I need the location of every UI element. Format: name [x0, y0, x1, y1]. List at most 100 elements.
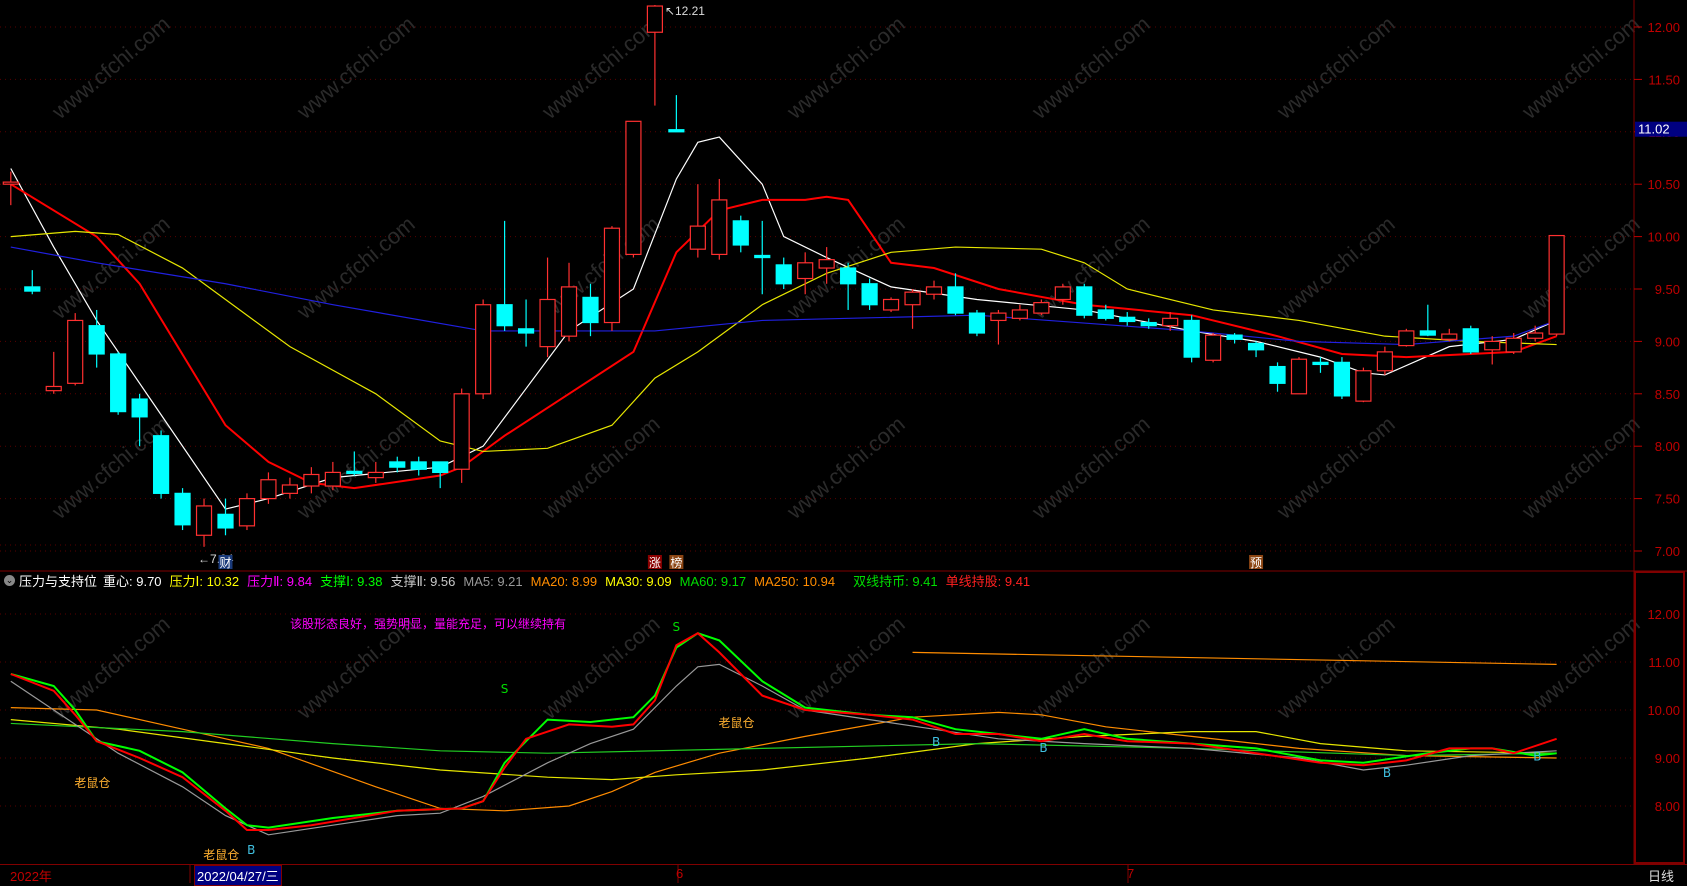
price-tick-label: 12.00: [1647, 20, 1680, 35]
candle-body: [260, 479, 277, 500]
candle: [1484, 336, 1501, 365]
watermark-text: www.cfchi.com: [1516, 11, 1644, 124]
price-tick-label: 9.00: [1655, 334, 1680, 349]
signal-annotation: B: [1533, 749, 1541, 763]
candle-body: [1183, 319, 1200, 358]
candle-body: [410, 461, 427, 470]
price-tick-label: 11.50: [1648, 72, 1680, 87]
indicator-tick-label: 11.00: [1648, 655, 1680, 670]
candle-body: [1119, 316, 1136, 323]
candle-body: [968, 312, 986, 334]
ma-line-ma10: [10, 183, 1557, 490]
candle-body: [646, 5, 664, 33]
chart-canvas[interactable]: www.cfchi.com www.cfchi.com www.cfchi.com w…: [0, 0, 1687, 883]
candle: [110, 351, 127, 415]
candle: [152, 430, 170, 499]
indicator-line-light-green: [10, 722, 1557, 757]
indicator-value: 压力Ⅱ: 9.84: [247, 573, 313, 589]
candle-body: [1290, 358, 1308, 395]
candle-body: [947, 286, 964, 314]
candle: [88, 309, 105, 368]
candle-body: [346, 470, 363, 475]
candle-body: [110, 353, 127, 413]
candle: [539, 257, 556, 358]
candle-body: [1226, 334, 1243, 340]
event-marker: 财: [219, 556, 231, 570]
event-marker: 榜: [670, 555, 682, 570]
period-label[interactable]: 日线: [1648, 866, 1674, 885]
candle: [389, 456, 406, 473]
indicator-tick-label: 12.00: [1647, 607, 1680, 622]
candle: [754, 220, 771, 295]
candle-body: [1441, 333, 1458, 340]
watermark-text: www.cfchi.com: [291, 11, 419, 124]
candle-body: [582, 296, 599, 324]
candle: [1269, 362, 1286, 392]
indicator-value: 单线持股: 9.41: [945, 573, 1031, 589]
candle-body: [67, 319, 84, 384]
candle-body: [818, 259, 835, 269]
candle: [1011, 304, 1028, 321]
candle-body: [152, 435, 170, 494]
indicator-name[interactable]: 压力与支持位: [19, 571, 97, 590]
signal-annotation: 老鼠仓: [718, 716, 754, 730]
collapse-icon[interactable]: ⌄: [4, 574, 15, 586]
watermark-text: www.cfchi.com: [781, 411, 909, 524]
price-tick-label: 7.00: [1655, 544, 1680, 559]
candle: [475, 299, 492, 400]
candle-body: [496, 304, 513, 327]
signal-annotation: B: [932, 735, 940, 749]
candle-body: [88, 325, 105, 355]
candle: [45, 351, 62, 394]
watermark-text: www.cfchi.com: [1271, 211, 1399, 324]
candle-body: [324, 471, 341, 487]
candle: [496, 220, 513, 331]
candle: [1419, 304, 1436, 337]
candle: [195, 498, 213, 547]
candle: [689, 184, 706, 258]
candle-body: [882, 298, 900, 311]
candle-body: [539, 298, 556, 348]
watermark-text: www.cfchi.com: [1026, 611, 1154, 724]
candle-body: [754, 254, 771, 259]
candle-body: [174, 492, 191, 526]
candle-body: [2, 181, 19, 185]
candle: [1226, 333, 1243, 344]
ma-line-ma5: [10, 136, 1557, 510]
candle: [1441, 328, 1458, 342]
candle: [1333, 357, 1351, 400]
price-tick-label: 10.50: [1647, 177, 1680, 192]
candle: [990, 309, 1007, 345]
candle-body: [195, 505, 213, 536]
candle: [904, 289, 921, 329]
candle: [1548, 234, 1565, 337]
candle: [432, 461, 449, 489]
signal-annotation: S: [673, 620, 681, 634]
candle-body: [1312, 361, 1329, 366]
indicator-values: 重心: 9.70 压力Ⅰ: 10.32 压力Ⅱ: 9.84 支撑Ⅰ: 9.38 支撑Ⅱ:…: [103, 571, 1038, 590]
candle: [840, 262, 857, 310]
indicator-value: 重心: 9.70: [103, 573, 162, 589]
candle-body: [303, 473, 320, 487]
candle-body: [367, 471, 384, 479]
candle-body: [1162, 317, 1179, 327]
time-axis-bar: 2022年 2022/04/27/三 6 7 日线: [0, 864, 1687, 886]
candle: [775, 257, 792, 289]
candle-body: [389, 461, 406, 468]
watermark-text: www.cfchi.com: [1026, 11, 1154, 124]
candle: [1398, 328, 1415, 347]
watermark-text: www.cfchi.com: [46, 11, 174, 124]
candle-body: [281, 484, 299, 494]
candle-body: [711, 199, 728, 256]
indicator-value: MA5: 9.21: [463, 573, 523, 589]
price-tick-label: 8.50: [1655, 387, 1680, 402]
candle-body: [797, 262, 814, 280]
candle-body: [1054, 286, 1071, 301]
candle-body: [238, 498, 256, 527]
candle-body: [1419, 330, 1436, 336]
candle-body: [1247, 342, 1265, 351]
indicator-value: 压力Ⅰ: 10.32: [169, 573, 240, 589]
candle: [711, 178, 728, 260]
watermark-text: www.cfchi.com: [1271, 11, 1399, 124]
watermark-text: www.cfchi.com: [1026, 411, 1154, 524]
